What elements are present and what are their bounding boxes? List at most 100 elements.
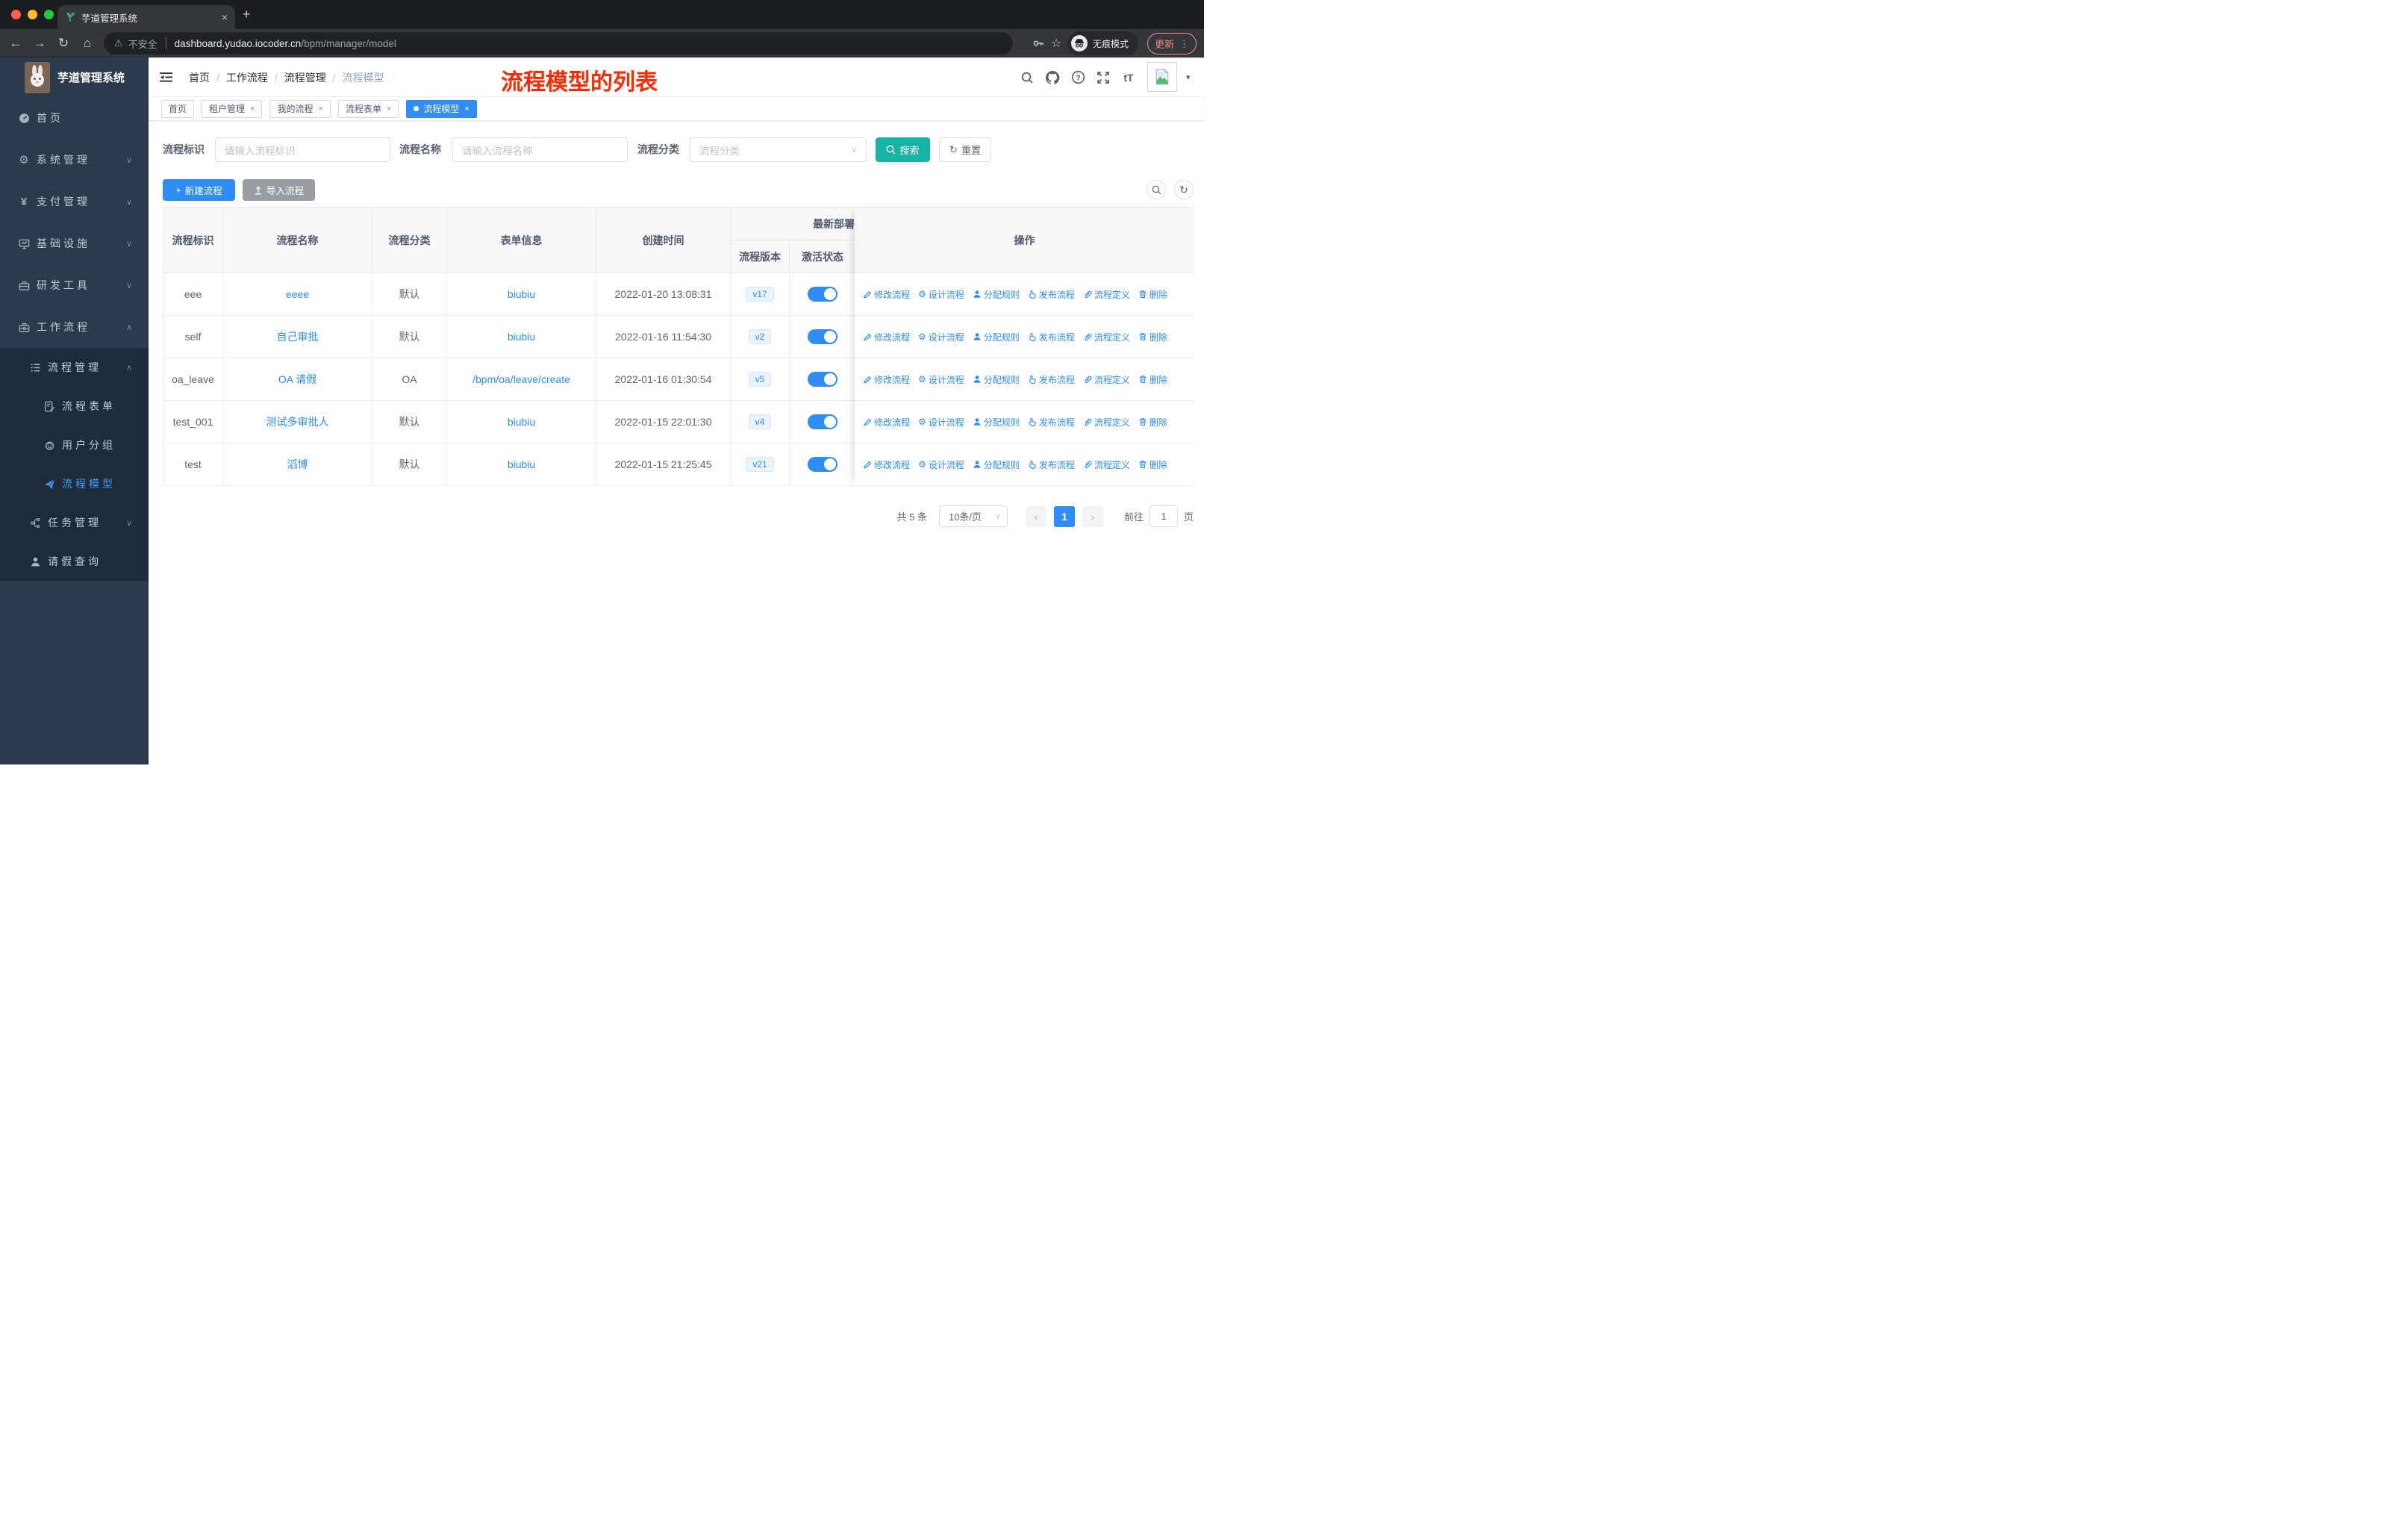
process-name-link[interactable]: 测试多审批人 — [266, 414, 329, 429]
breadcrumb-item[interactable]: 工作流程 — [226, 70, 268, 85]
tab-close-icon[interactable]: × — [222, 11, 228, 23]
browser-update-button[interactable]: 更新 ⋮ — [1147, 33, 1197, 55]
sidebar-item-process-form[interactable]: 流程表单 — [0, 387, 149, 426]
design-process-action[interactable]: ⚙ 设计流程 — [918, 416, 964, 429]
goto-page-input[interactable]: 1 — [1149, 505, 1178, 527]
process-definition-action[interactable]: 流程定义 — [1083, 416, 1130, 429]
github-icon[interactable] — [1041, 57, 1064, 97]
delete-action[interactable]: 删除 — [1138, 331, 1167, 343]
form-info-link[interactable]: biubiu — [508, 331, 535, 343]
assign-rule-action[interactable]: 分配规则 — [973, 373, 1020, 386]
active-toggle[interactable] — [808, 287, 838, 302]
reset-button[interactable]: ↻ 重置 — [939, 137, 991, 162]
sidebar-item-home[interactable]: 首页 — [0, 97, 149, 139]
delete-action[interactable]: 删除 — [1138, 416, 1167, 429]
process-category-select[interactable]: 流程分类 ∨ — [690, 137, 867, 162]
publish-process-action[interactable]: 发布流程 — [1028, 458, 1075, 471]
assign-rule-action[interactable]: 分配规则 — [973, 331, 1020, 343]
avatar[interactable] — [1147, 62, 1177, 92]
sidebar-item-payment[interactable]: ¥ 支付管理 ∨ — [0, 181, 149, 222]
sidebar-item-task-management[interactable]: 任务管理 ∨ — [0, 503, 149, 542]
reload-icon[interactable]: ↻ — [52, 29, 75, 57]
home-icon[interactable]: ⌂ — [76, 29, 99, 57]
process-definition-action[interactable]: 流程定义 — [1083, 458, 1130, 471]
breadcrumb-item[interactable]: 流程管理 — [284, 70, 326, 85]
tag-process-form[interactable]: 流程表单 × — [337, 99, 399, 118]
next-page-button[interactable]: › — [1082, 505, 1103, 527]
sidebar-item-process-model[interactable]: 流程模型 — [0, 464, 149, 503]
maximize-window-button[interactable] — [44, 10, 54, 19]
process-definition-action[interactable]: 流程定义 — [1083, 288, 1130, 301]
tag-home[interactable]: 首页 — [161, 99, 195, 118]
sidebar-item-infrastructure[interactable]: 基础设施 ∨ — [0, 222, 149, 264]
search-button[interactable]: 搜索 — [876, 137, 930, 162]
fullscreen-icon[interactable] — [1092, 57, 1114, 97]
breadcrumb-item[interactable]: 首页 — [189, 70, 210, 85]
form-info-link[interactable]: biubiu — [508, 458, 535, 470]
prev-page-button[interactable]: ‹ — [1025, 505, 1047, 527]
edit-process-action[interactable]: 修改流程 — [863, 288, 910, 301]
edit-process-action[interactable]: 修改流程 — [863, 373, 910, 386]
close-icon[interactable]: × — [318, 105, 322, 113]
process-name-link[interactable]: OA 请假 — [278, 372, 316, 387]
new-tab-button[interactable]: + — [243, 7, 251, 21]
process-key-input[interactable]: 请输入流程标识 — [215, 137, 390, 162]
form-info-link[interactable]: biubiu — [508, 416, 535, 428]
process-definition-action[interactable]: 流程定义 — [1083, 331, 1130, 343]
publish-process-action[interactable]: 发布流程 — [1028, 373, 1075, 386]
edit-process-action[interactable]: 修改流程 — [863, 331, 910, 343]
close-icon[interactable]: × — [250, 105, 255, 113]
create-process-button[interactable]: + 新建流程 — [163, 179, 235, 201]
sidebar-item-user-group[interactable]: 用户分组 — [0, 426, 149, 464]
form-info-link[interactable]: biubiu — [508, 288, 535, 300]
toggle-search-button[interactable] — [1147, 180, 1166, 199]
publish-process-action[interactable]: 发布流程 — [1028, 416, 1075, 429]
minimize-window-button[interactable] — [28, 10, 37, 19]
delete-action[interactable]: 删除 — [1138, 458, 1167, 471]
design-process-action[interactable]: ⚙ 设计流程 — [918, 331, 964, 343]
address-bar[interactable]: ⚠ 不安全 dashboard.yudao.iocoder.cn /bpm/ma… — [104, 32, 1013, 55]
tag-process-model[interactable]: 流程模型 × — [406, 99, 477, 118]
import-process-button[interactable]: 导入流程 — [243, 179, 315, 201]
refresh-table-button[interactable]: ↻ — [1174, 180, 1194, 199]
sidebar-item-workflow[interactable]: 工作流程 ∧ — [0, 306, 149, 348]
close-icon[interactable]: × — [387, 105, 391, 113]
assign-rule-action[interactable]: 分配规则 — [973, 458, 1020, 471]
assign-rule-action[interactable]: 分配规则 — [973, 288, 1020, 301]
active-toggle[interactable] — [808, 457, 838, 472]
design-process-action[interactable]: ⚙ 设计流程 — [918, 458, 964, 471]
form-info-link[interactable]: /bpm/oa/leave/create — [472, 373, 570, 385]
tag-my-process[interactable]: 我的流程 × — [269, 99, 331, 118]
close-window-button[interactable] — [11, 10, 21, 19]
sidebar-item-process-management[interactable]: 流程管理 ∧ — [0, 348, 149, 387]
active-toggle[interactable] — [808, 414, 838, 429]
security-label[interactable]: 不安全 — [128, 37, 157, 51]
tag-tenant[interactable]: 租户管理 × — [202, 99, 263, 118]
help-icon[interactable]: ? — [1067, 57, 1089, 97]
design-process-action[interactable]: ⚙ 设计流程 — [918, 373, 964, 386]
edit-process-action[interactable]: 修改流程 — [863, 458, 910, 471]
delete-action[interactable]: 删除 — [1138, 373, 1167, 386]
publish-process-action[interactable]: 发布流程 — [1028, 331, 1075, 343]
process-name-link[interactable]: 自己审批 — [277, 329, 319, 344]
avatar-caret-icon[interactable]: ▾ — [1186, 57, 1191, 97]
font-size-icon[interactable]: tT — [1117, 57, 1140, 97]
process-name-link[interactable]: 滔博 — [287, 457, 308, 472]
sidebar-item-dev-tools[interactable]: 研发工具 ∨ — [0, 264, 149, 306]
back-icon[interactable]: ← — [4, 29, 27, 57]
sidebar-item-system[interactable]: ⚙ 系统管理 ∨ — [0, 139, 149, 181]
window-controls[interactable] — [0, 10, 58, 19]
assign-rule-action[interactable]: 分配规则 — [973, 416, 1020, 429]
active-toggle[interactable] — [808, 372, 838, 387]
design-process-action[interactable]: ⚙ 设计流程 — [918, 288, 964, 301]
process-definition-action[interactable]: 流程定义 — [1083, 373, 1130, 386]
close-icon[interactable]: × — [464, 105, 469, 113]
sidebar-collapse-icon[interactable] — [159, 70, 173, 84]
process-name-input[interactable]: 请输入流程名称 — [452, 137, 628, 162]
page-size-select[interactable]: 10条/页 ∨ — [938, 505, 1008, 527]
bookmark-star-icon[interactable]: ☆ — [1045, 29, 1067, 57]
forward-icon[interactable]: → — [28, 29, 51, 57]
edit-process-action[interactable]: 修改流程 — [863, 416, 910, 429]
process-name-link[interactable]: eeee — [286, 288, 309, 300]
browser-tab[interactable]: 芋道管理系统 × — [57, 5, 235, 29]
